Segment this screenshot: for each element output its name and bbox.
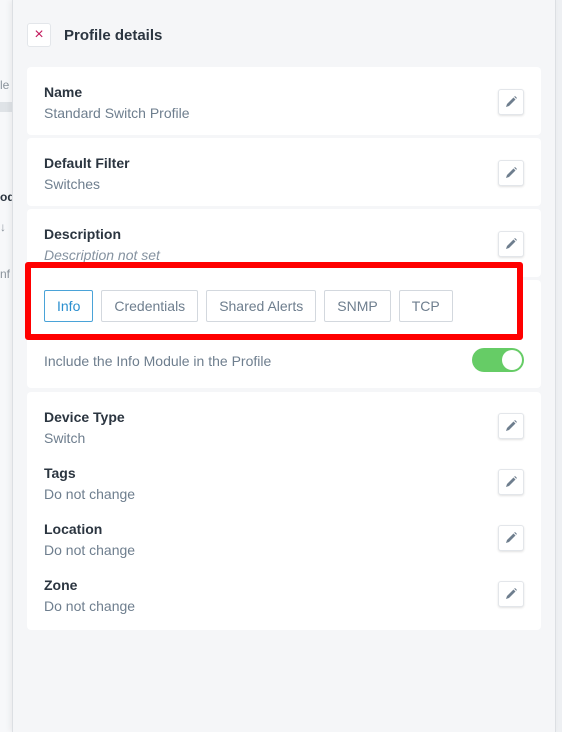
pencil-icon xyxy=(506,238,517,249)
info-module-toggle[interactable] xyxy=(472,348,524,372)
pencil-icon xyxy=(506,476,517,487)
device-type-field: Device Type Switch xyxy=(44,409,125,446)
description-field: Description Description not set xyxy=(44,226,160,263)
background-text: le xyxy=(0,78,10,92)
device-type-value: Switch xyxy=(44,430,86,446)
default-filter-card: Default Filter Switches xyxy=(27,138,541,206)
pencil-icon xyxy=(506,167,517,178)
tags-field: Tags Do not change xyxy=(44,465,135,502)
device-type-label: Device Type xyxy=(44,409,125,425)
tab-credentials[interactable]: Credentials xyxy=(101,290,199,322)
info-module-toggle-label: Include the Info Module in the Profile xyxy=(44,353,272,369)
pencil-icon xyxy=(506,420,517,431)
zone-field: Zone Do not change xyxy=(44,577,135,614)
background-text: nf xyxy=(0,267,11,281)
background-bar xyxy=(0,102,12,112)
name-card: Name Standard Switch Profile xyxy=(27,67,541,135)
profile-details-panel: × Profile details Name Standard Switch P… xyxy=(12,0,556,732)
zone-label: Zone xyxy=(44,577,78,593)
pencil-icon xyxy=(506,96,517,107)
default-filter-label: Default Filter xyxy=(44,155,130,171)
toggle-knob xyxy=(502,350,522,370)
pencil-icon xyxy=(506,532,517,543)
location-value: Do not change xyxy=(44,542,136,558)
tags-label: Tags xyxy=(44,465,76,481)
details-card: Device Type Switch Tags Do not change Lo… xyxy=(27,392,541,630)
close-icon: × xyxy=(34,26,44,43)
page-title: Profile details xyxy=(64,26,163,44)
tags-value: Do not change xyxy=(44,486,136,502)
name-label: Name xyxy=(44,84,83,100)
close-button[interactable]: × xyxy=(27,23,51,47)
edit-default-filter-button[interactable] xyxy=(498,160,524,186)
default-filter-value: Switches xyxy=(44,176,101,192)
tab-info[interactable]: Info xyxy=(44,290,94,322)
pencil-icon xyxy=(506,588,517,599)
edit-device-type-button[interactable] xyxy=(498,413,524,439)
edit-location-button[interactable] xyxy=(498,525,524,551)
default-filter-field: Default Filter Switches xyxy=(44,155,130,192)
panel-header: × Profile details xyxy=(27,22,162,48)
tab-shared-alerts[interactable]: Shared Alerts xyxy=(206,290,317,322)
tab-snmp[interactable]: SNMP xyxy=(324,290,391,322)
description-value: Description not set xyxy=(44,247,160,263)
name-value: Standard Switch Profile xyxy=(44,105,190,121)
location-label: Location xyxy=(44,521,103,537)
name-field: Name Standard Switch Profile xyxy=(44,84,190,121)
edit-description-button[interactable] xyxy=(498,231,524,257)
zone-value: Do not change xyxy=(44,598,136,614)
description-label: Description xyxy=(44,226,122,242)
edit-tags-button[interactable] xyxy=(498,469,524,495)
location-field: Location Do not change xyxy=(44,521,135,558)
tab-tcp[interactable]: TCP xyxy=(398,290,453,322)
edit-zone-button[interactable] xyxy=(498,581,524,607)
edit-name-button[interactable] xyxy=(498,89,524,115)
background-text: ↓ xyxy=(0,220,6,234)
module-tabs: Info Credentials Shared Alerts SNMP TCP xyxy=(44,290,453,322)
